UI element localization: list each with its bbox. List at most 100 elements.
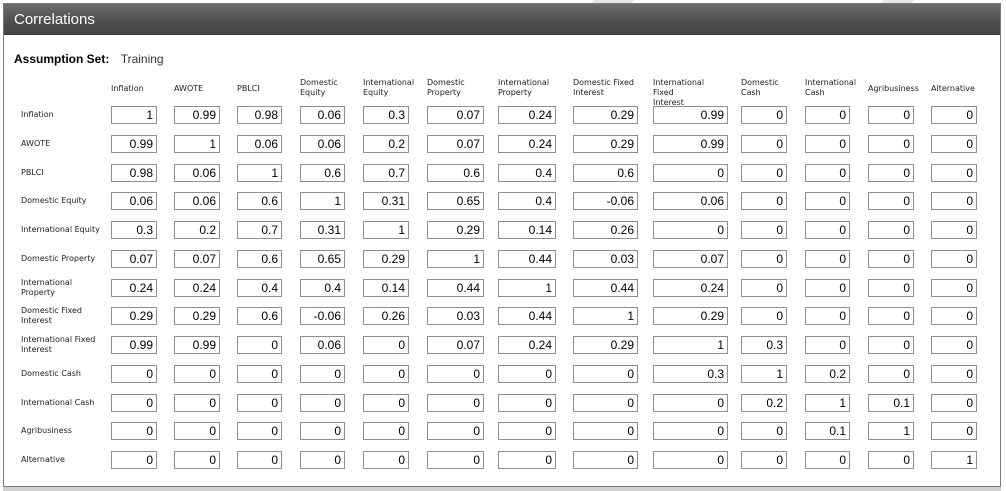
correlation-input[interactable] <box>805 394 850 412</box>
correlation-input[interactable] <box>805 279 850 297</box>
correlation-input[interactable] <box>363 164 409 182</box>
correlation-input[interactable] <box>498 365 556 383</box>
correlation-input[interactable] <box>111 422 157 440</box>
correlation-input[interactable] <box>573 336 638 354</box>
correlation-input[interactable] <box>573 135 638 153</box>
correlation-input[interactable] <box>300 106 345 124</box>
correlation-input[interactable] <box>174 192 220 210</box>
correlation-input[interactable] <box>300 394 345 412</box>
correlation-input[interactable] <box>573 279 638 297</box>
correlation-input[interactable] <box>868 221 914 239</box>
correlation-input[interactable] <box>363 394 409 412</box>
correlation-input[interactable] <box>741 250 787 268</box>
correlation-input[interactable] <box>111 336 157 354</box>
correlation-input[interactable] <box>498 451 556 469</box>
correlation-input[interactable] <box>363 192 409 210</box>
correlation-input[interactable] <box>573 106 638 124</box>
correlation-input[interactable] <box>931 164 977 182</box>
correlation-input[interactable] <box>363 279 409 297</box>
correlation-input[interactable] <box>805 250 850 268</box>
correlation-input[interactable] <box>805 451 850 469</box>
correlation-input[interactable] <box>805 307 850 325</box>
correlation-input[interactable] <box>805 422 850 440</box>
correlation-input[interactable] <box>300 279 345 297</box>
correlation-input[interactable] <box>931 451 977 469</box>
correlation-input[interactable] <box>805 106 850 124</box>
correlation-input[interactable] <box>868 250 914 268</box>
correlation-input[interactable] <box>931 365 977 383</box>
correlation-input[interactable] <box>427 422 484 440</box>
correlation-input[interactable] <box>931 135 977 153</box>
correlation-input[interactable] <box>174 164 220 182</box>
correlation-input[interactable] <box>931 221 977 239</box>
correlation-input[interactable] <box>237 307 282 325</box>
correlation-input[interactable] <box>300 451 345 469</box>
correlation-input[interactable] <box>498 394 556 412</box>
correlation-input[interactable] <box>363 451 409 469</box>
correlation-input[interactable] <box>931 394 977 412</box>
correlation-input[interactable] <box>868 106 914 124</box>
correlation-input[interactable] <box>868 451 914 469</box>
correlation-input[interactable] <box>300 192 345 210</box>
correlation-input[interactable] <box>363 135 409 153</box>
correlation-input[interactable] <box>498 164 556 182</box>
correlation-input[interactable] <box>427 279 484 297</box>
correlation-input[interactable] <box>653 192 728 210</box>
correlation-input[interactable] <box>237 336 282 354</box>
correlation-input[interactable] <box>868 164 914 182</box>
correlation-input[interactable] <box>111 307 157 325</box>
correlation-input[interactable] <box>111 221 157 239</box>
correlation-input[interactable] <box>427 451 484 469</box>
correlation-input[interactable] <box>931 279 977 297</box>
correlation-input[interactable] <box>363 336 409 354</box>
correlation-input[interactable] <box>427 164 484 182</box>
correlation-input[interactable] <box>111 164 157 182</box>
correlation-input[interactable] <box>300 365 345 383</box>
correlation-input[interactable] <box>363 365 409 383</box>
correlation-input[interactable] <box>931 106 977 124</box>
correlation-input[interactable] <box>363 250 409 268</box>
correlation-input[interactable] <box>653 336 728 354</box>
correlation-input[interactable] <box>363 106 409 124</box>
correlation-input[interactable] <box>300 164 345 182</box>
correlation-input[interactable] <box>741 164 787 182</box>
correlation-input[interactable] <box>174 451 220 469</box>
correlation-input[interactable] <box>427 135 484 153</box>
correlation-input[interactable] <box>805 221 850 239</box>
correlation-input[interactable] <box>741 279 787 297</box>
correlation-input[interactable] <box>573 192 638 210</box>
correlation-input[interactable] <box>868 135 914 153</box>
correlation-input[interactable] <box>174 336 220 354</box>
correlation-input[interactable] <box>573 365 638 383</box>
correlation-input[interactable] <box>111 192 157 210</box>
correlation-input[interactable] <box>653 164 728 182</box>
correlation-input[interactable] <box>653 422 728 440</box>
correlation-input[interactable] <box>868 307 914 325</box>
correlation-input[interactable] <box>300 250 345 268</box>
correlation-input[interactable] <box>931 307 977 325</box>
correlation-input[interactable] <box>237 192 282 210</box>
correlation-input[interactable] <box>498 192 556 210</box>
correlation-input[interactable] <box>427 307 484 325</box>
correlation-input[interactable] <box>237 250 282 268</box>
correlation-input[interactable] <box>111 394 157 412</box>
correlation-input[interactable] <box>237 135 282 153</box>
correlation-input[interactable] <box>427 106 484 124</box>
correlation-input[interactable] <box>237 164 282 182</box>
correlation-input[interactable] <box>300 422 345 440</box>
correlation-input[interactable] <box>741 336 787 354</box>
correlation-input[interactable] <box>174 365 220 383</box>
correlation-input[interactable] <box>868 365 914 383</box>
correlation-input[interactable] <box>111 451 157 469</box>
correlation-input[interactable] <box>573 394 638 412</box>
correlation-input[interactable] <box>931 250 977 268</box>
correlation-input[interactable] <box>300 135 345 153</box>
correlation-input[interactable] <box>741 365 787 383</box>
correlation-input[interactable] <box>653 451 728 469</box>
correlation-input[interactable] <box>653 307 728 325</box>
correlation-input[interactable] <box>805 135 850 153</box>
correlation-input[interactable] <box>363 422 409 440</box>
correlation-input[interactable] <box>363 307 409 325</box>
correlation-input[interactable] <box>653 106 728 124</box>
correlation-input[interactable] <box>741 135 787 153</box>
